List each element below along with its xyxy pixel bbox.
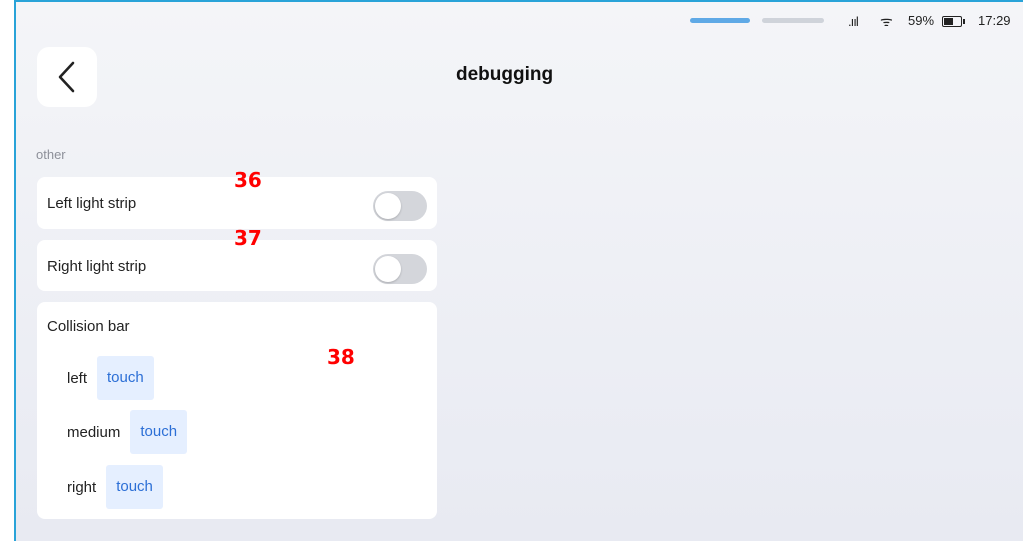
right-light-strip-label: Right light strip <box>47 258 147 275</box>
annotation-36: 36 <box>234 168 262 192</box>
page-title: debugging <box>456 64 554 85</box>
right-light-strip-toggle[interactable] <box>373 254 427 284</box>
collision-right-label: right <box>67 478 97 496</box>
status-time: 17:29 <box>978 13 1011 28</box>
collision-bar-card: Collision bar left touch medium touch ri… <box>37 302 437 519</box>
touch-left-button[interactable]: touch <box>97 356 154 400</box>
toggle-knob <box>375 193 401 219</box>
collision-bar-title: Collision bar <box>47 318 130 335</box>
collision-right-row: right touch <box>67 465 163 509</box>
collision-medium-row: medium touch <box>67 410 188 454</box>
status-indicator-2 <box>762 18 824 23</box>
signal-icon: .ııl <box>848 14 859 29</box>
touch-right-button[interactable]: touch <box>106 465 163 509</box>
status-bar: .ııl ᯤ 59% 17:29 <box>676 12 1023 32</box>
chevron-left-icon <box>58 61 75 93</box>
collision-medium-label: medium <box>67 423 121 441</box>
touch-medium-button[interactable]: touch <box>130 410 188 454</box>
battery-percent: 59% <box>908 13 935 28</box>
annotation-37: 37 <box>234 226 262 250</box>
collision-left-row: left touch <box>67 356 154 400</box>
collision-left-label: left <box>67 369 88 387</box>
back-button[interactable] <box>37 47 97 107</box>
annotation-38: 38 <box>327 345 355 369</box>
status-indicator-1 <box>690 18 750 23</box>
app-screen: .ııl ᯤ 59% 17:29 debugging other Left li… <box>14 0 1023 541</box>
left-light-strip-label: Left light strip <box>47 195 137 212</box>
section-label: other <box>36 147 66 162</box>
toggle-knob <box>375 256 401 282</box>
battery-icon <box>942 16 965 27</box>
left-light-strip-toggle[interactable] <box>373 191 427 221</box>
wifi-icon: ᯤ <box>880 13 893 29</box>
device-frame: .ııl ᯤ 59% 17:29 debugging other Left li… <box>0 0 1023 541</box>
